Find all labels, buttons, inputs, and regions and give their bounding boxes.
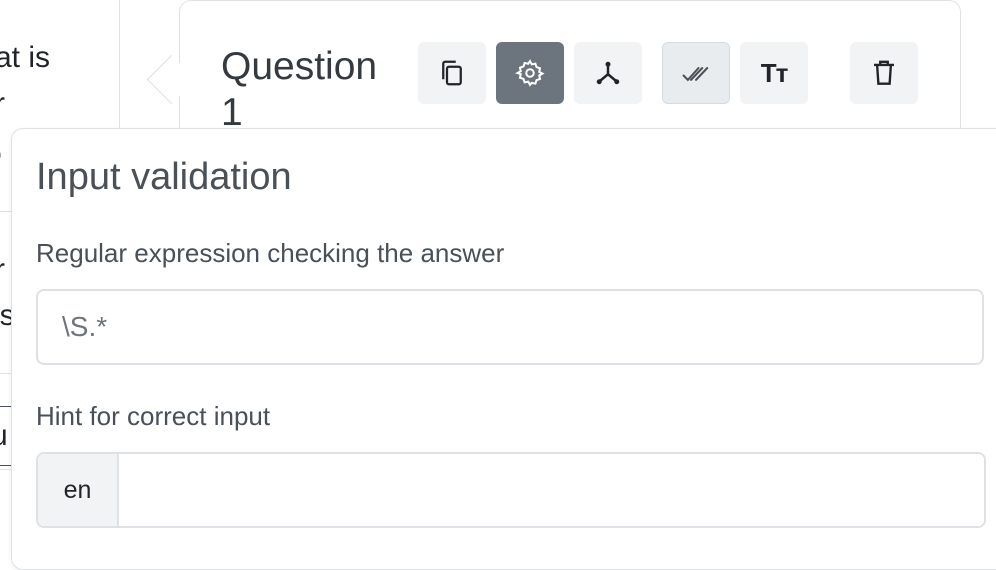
- sidebar-text-fragment: u: [0, 419, 8, 453]
- question-settings-button[interactable]: [496, 42, 564, 104]
- hint-field-label: Hint for correct input: [36, 401, 271, 431]
- regex-field-label: Regular expression checking the answer: [36, 238, 505, 268]
- fork-icon: [596, 61, 620, 85]
- double-check-icon: [682, 67, 709, 82]
- question-title: Question 1: [221, 45, 378, 134]
- sidebar-text-fragment: o: [0, 137, 2, 171]
- sidebar-text-fragment: at is: [0, 41, 51, 74]
- sidebar-text-fragment: r: [0, 253, 5, 287]
- text-format-icon: Tт: [760, 57, 789, 88]
- hint-input-group: en: [36, 452, 986, 528]
- text-format-button[interactable]: Tт: [740, 42, 808, 104]
- popover-title: Input validation: [36, 156, 292, 198]
- copy-icon: [442, 60, 462, 86]
- trash-icon: [874, 60, 894, 85]
- input-validation-button[interactable]: [662, 42, 730, 104]
- gear-icon: [515, 59, 545, 87]
- hint-input[interactable]: [119, 454, 984, 526]
- duplicate-question-button[interactable]: [418, 42, 486, 104]
- delete-question-button[interactable]: [850, 42, 918, 104]
- branching-logic-button[interactable]: [574, 42, 642, 104]
- language-addon: en: [38, 454, 119, 526]
- regex-input[interactable]: [36, 289, 984, 365]
- sidebar-text-fragment: r: [0, 87, 5, 121]
